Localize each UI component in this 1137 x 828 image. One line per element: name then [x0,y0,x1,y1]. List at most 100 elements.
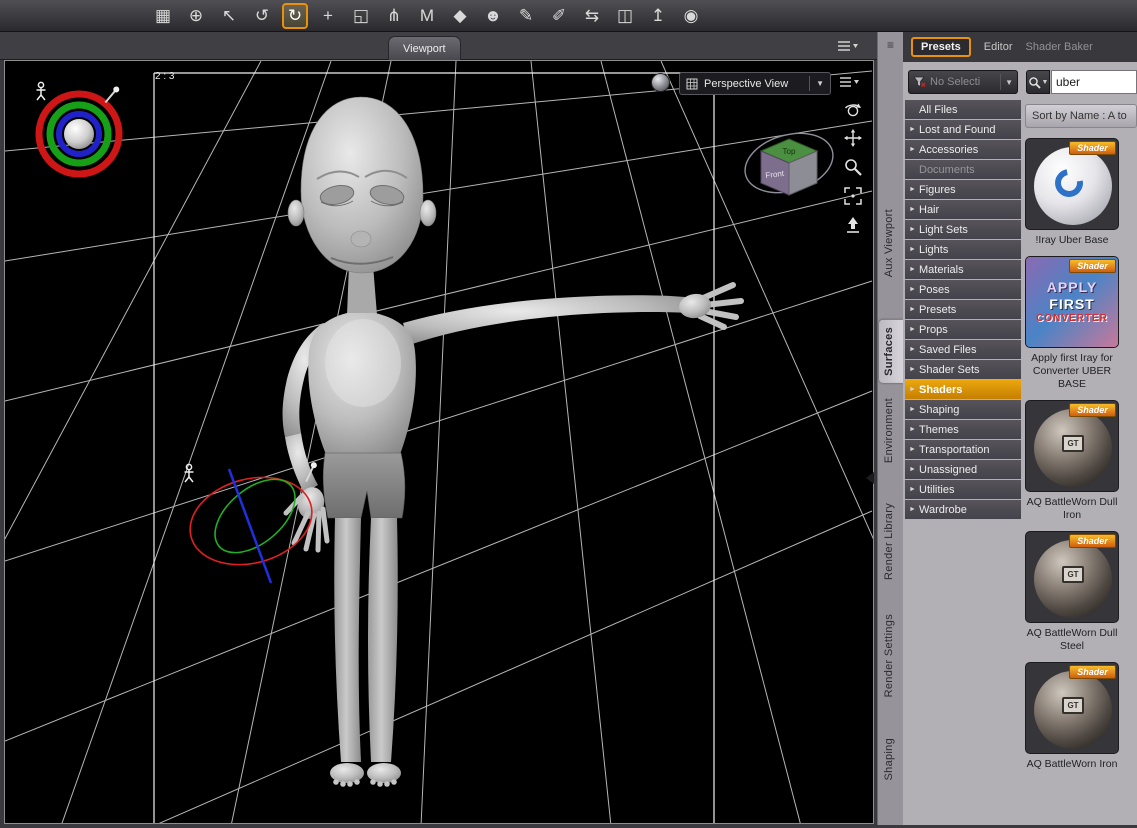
asset-card-aq-battleworn-dull-steel[interactable]: GT Shader AQ BattleWorn Dull Steel [1023,531,1121,653]
aim-camera-icon[interactable] [843,215,863,235]
category-label: Light Sets [919,223,968,236]
tab-editor-label: Editor [983,41,1013,53]
category-label: Accessories [919,143,979,156]
category-label: Poses [919,283,950,296]
viewport-canvas[interactable]: Top Front [0,60,1002,828]
category-lights[interactable]: ► Lights [905,240,1021,259]
figure-marker-icon [36,81,46,101]
node-selection-tool-icon[interactable]: ↖ [216,3,242,29]
category-saved-files[interactable]: ► Saved Files [905,340,1021,359]
universal-manipulator-tool-icon[interactable]: ⊕ [183,3,209,29]
grid-view-icon [686,78,698,89]
category-documents[interactable]: Documents [905,160,1021,179]
search-input[interactable] [1051,70,1137,94]
asset-card--iray-uber-base[interactable]: Shader !Iray Uber Base [1023,138,1121,247]
zoom-camera-icon[interactable] [843,157,863,177]
tab-shader-baker[interactable]: Shader Baker [1026,41,1093,53]
shaded-sphere-icon[interactable] [651,73,670,92]
asset-card-aq-battleworn-iron[interactable]: GT Shader AQ BattleWorn Iron [1023,662,1121,771]
side-tab-render-library[interactable]: Render Library [879,496,903,587]
category-all-files[interactable]: All Files [905,100,1021,119]
frame-camera-icon[interactable] [843,186,863,206]
expand-arrow-icon: ► [909,266,916,273]
category-label: Materials [919,263,964,276]
side-tab-aux-viewport[interactable]: Aux Viewport [879,202,903,284]
translate-tool-icon[interactable]: + [315,3,341,29]
primitive-cube-tool-icon[interactable]: ◫ [612,3,638,29]
category-shaping[interactable]: ► Shaping [905,400,1021,419]
expand-arrow-icon: ► [909,286,916,293]
tab-presets-label: Presets [921,41,961,53]
side-tab-shaping[interactable]: Shaping [879,731,903,787]
category-themes[interactable]: ► Themes [905,420,1021,439]
category-unassigned[interactable]: ► Unassigned [905,460,1021,479]
category-accessories[interactable]: ► Accessories [905,140,1021,159]
category-shaders[interactable]: ► Shaders [905,380,1021,399]
joint-editor-tool-icon[interactable]: ⋔ [381,3,407,29]
search-options-button[interactable]: ▼ [1026,70,1050,94]
tab-presets[interactable]: Presets [911,37,971,57]
rotate-gizmo-main[interactable] [35,90,123,178]
scene-grid-tool-icon[interactable]: ▦ [150,3,176,29]
category-label: Themes [919,423,959,436]
category-shader-sets[interactable]: ► Shader Sets [905,360,1021,379]
category-presets[interactable]: ► Presets [905,300,1021,319]
category-label: Transportation [919,443,990,456]
selection-filter-dropdown[interactable]: No Selecti ▼ [908,70,1018,94]
geometry-editor-tool-icon[interactable]: ◆ [447,3,473,29]
category-figures[interactable]: ► Figures [905,180,1021,199]
category-label: Hair [919,203,940,216]
sort-dropdown[interactable]: Sort by Name : A to [1025,104,1137,128]
category-materials[interactable]: ► Materials [905,260,1021,279]
transfer-utility-tool-icon[interactable]: ⇆ [579,3,605,29]
side-tab-surfaces[interactable]: Surfaces [878,320,903,384]
expand-arrow-icon: ► [909,306,916,313]
asset-caption: AQ BattleWorn Iron [1026,758,1118,770]
figure-setup-tool-icon[interactable]: ☻ [480,3,506,29]
measure-metrics-tool-icon[interactable]: M [414,3,440,29]
category-light-sets[interactable]: ► Light Sets [905,220,1021,239]
splitter-collapse-icon[interactable] [866,472,874,484]
category-props[interactable]: ► Props [905,320,1021,339]
rotate-tool-icon[interactable]: ↻ [282,2,308,29]
multi-brush-tool-icon[interactable]: ✐ [546,3,572,29]
orbit-tool-icon[interactable]: ↺ [249,3,275,29]
shader-type-badge: Shader [1069,259,1116,273]
shader-sphere-preview: GT [1034,409,1112,487]
category-label: Utilities [919,483,955,496]
pane-menu-icon[interactable] [837,39,859,54]
tab-editor[interactable]: Editor [984,41,1013,53]
category-lost-and-found[interactable]: ► Lost and Found [905,120,1021,139]
chevron-down-icon: ▼ [1041,78,1049,86]
viewport-3d[interactable]: Top Front 2 : 3 Perspective View ▼ [0,60,1002,828]
expand-arrow-icon: ► [909,326,916,333]
orbit-camera-icon[interactable] [843,99,863,119]
asset-card-aq-battleworn-dull-iron[interactable]: GT Shader AQ BattleWorn Dull Iron [1023,400,1121,522]
category-wardrobe[interactable]: ► Wardrobe [905,500,1021,519]
category-utilities[interactable]: ► Utilities [905,480,1021,499]
camera-view-selector[interactable]: Perspective View ▼ [679,72,831,95]
category-poses[interactable]: ► Poses [905,280,1021,299]
viewport-options-icon[interactable] [839,75,861,89]
pan-camera-icon[interactable] [843,128,863,148]
render-camera-tool-icon[interactable]: ◉ [678,3,704,29]
asset-card-apply-first-iray-for-converter-uber-base[interactable]: APPLY FIRST CONVERTER Shader Apply first Ira… [1023,256,1121,391]
pointer-arrows-tool-icon[interactable]: ↥ [645,3,671,29]
expand-arrow-icon: ► [909,466,916,473]
viewport-tabbar: Viewport [0,32,877,60]
view-cube[interactable]: Top Front [738,124,840,203]
expand-arrow-icon: ► [909,406,916,413]
tab-viewport[interactable]: Viewport [388,36,461,60]
character-figure[interactable] [282,96,744,787]
category-hair[interactable]: ► Hair [905,200,1021,219]
tab-shader-baker-label: Shader Baker [1025,41,1093,53]
shader-sphere-preview [1034,147,1112,225]
strip-grip-icon[interactable]: ≡ [878,32,903,52]
pin-icon[interactable] [103,85,120,104]
side-tab-environment[interactable]: Environment [879,391,903,470]
surface-brush-tool-icon[interactable]: ✎ [513,3,539,29]
chevron-down-icon: ▼ [1005,77,1013,87]
category-transportation[interactable]: ► Transportation [905,440,1021,459]
side-tab-render-settings[interactable]: Render Settings [879,607,903,704]
scale-tool-icon[interactable]: ◱ [348,3,374,29]
